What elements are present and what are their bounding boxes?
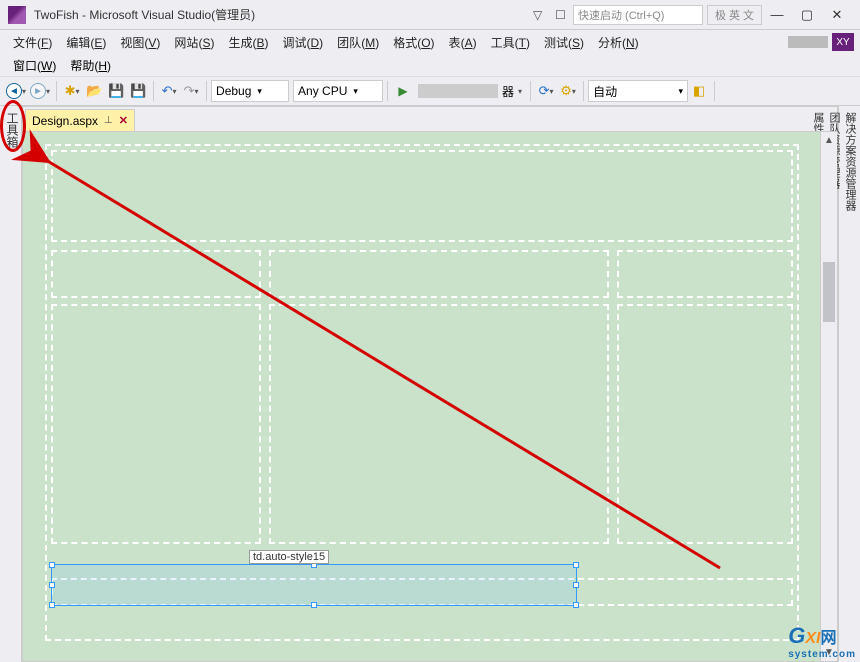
quick-launch-input[interactable]: 快速启动 (Ctrl+Q) <box>573 5 703 25</box>
minimize-button[interactable]: — <box>762 4 792 26</box>
menu-file[interactable]: 文件(F) <box>6 31 59 54</box>
editor-area: Design.aspx ⊥ ✕ td.auto-style15 <box>22 106 838 662</box>
tab-close-icon[interactable]: ✕ <box>119 114 128 127</box>
new-project-button[interactable]: ✱▾ <box>61 80 83 102</box>
title-bar: TwoFish - Microsoft Visual Studio(管理员) ▽… <box>0 0 860 30</box>
browser-target-caret-icon[interactable]: ▾ <box>518 87 522 96</box>
menu-window[interactable]: 窗口(W) <box>6 55 63 76</box>
save-button[interactable]: 💾 <box>105 80 127 102</box>
resize-handle-icon[interactable] <box>573 562 579 568</box>
menu-debug[interactable]: 调试(D) <box>275 31 330 54</box>
redo-button[interactable]: ↷▾ <box>180 80 202 102</box>
scrollbar-thumb[interactable] <box>823 262 835 322</box>
table-cell[interactable] <box>51 304 261 544</box>
quick-launch-placeholder: 快速启动 (Ctrl+Q) <box>578 7 664 23</box>
open-file-button[interactable]: 📂 <box>83 80 105 102</box>
save-all-button[interactable]: 💾 <box>127 80 149 102</box>
notifications-icon[interactable]: ▽ <box>533 8 547 22</box>
user-badge[interactable]: XY <box>832 33 854 51</box>
design-surface[interactable]: td.auto-style15 ▲ ▼ <box>23 131 837 661</box>
selection-tag-label: td.auto-style15 <box>249 550 329 564</box>
solution-explorer-tab[interactable]: 解决方案资源管理器 <box>842 112 858 646</box>
resize-handle-icon[interactable] <box>49 562 55 568</box>
menu-test[interactable]: 测试(S) <box>537 31 591 54</box>
table-cell[interactable] <box>269 250 609 298</box>
menu-table[interactable]: 表(A) <box>442 31 484 54</box>
menu-bar: 文件(F) 编辑(E) 视图(V) 网站(S) 生成(B) 调试(D) 团队(M… <box>0 30 860 54</box>
menu-help[interactable]: 帮助(H) <box>63 55 118 76</box>
vs-logo-icon <box>8 6 26 24</box>
undo-button[interactable]: ↶▾ <box>158 80 180 102</box>
menu-edit[interactable]: 编辑(E) <box>59 31 113 54</box>
table-cell[interactable] <box>617 250 793 298</box>
solution-platform-dropdown[interactable]: Any CPU▾ <box>293 80 383 102</box>
tab-filename: Design.aspx <box>32 114 98 128</box>
table-row[interactable] <box>51 150 793 242</box>
menu-website[interactable]: 网站(S) <box>167 31 221 54</box>
resize-handle-icon[interactable] <box>573 582 579 588</box>
new-style-button[interactable]: ◧ <box>688 80 710 102</box>
watermark: GXI网 system.com <box>788 623 856 660</box>
toolbox-panel-tab[interactable]: 工具箱 <box>0 106 22 662</box>
document-well: 工具箱 Design.aspx ⊥ ✕ td.auto-style15 <box>0 106 860 662</box>
scroll-up-icon[interactable]: ▲ <box>821 132 837 149</box>
resize-handle-icon[interactable] <box>49 602 55 608</box>
resize-handle-icon[interactable] <box>573 602 579 608</box>
menu-format[interactable]: 格式(O) <box>386 31 441 54</box>
ime-indicator[interactable]: 极 英 文 <box>707 5 762 25</box>
refresh-button[interactable]: ⟳▾ <box>535 80 557 102</box>
table-cell[interactable] <box>617 304 793 544</box>
document-tab-design-aspx[interactable]: Design.aspx ⊥ ✕ <box>25 109 135 131</box>
maximize-button[interactable]: ▢ <box>792 4 822 26</box>
user-name-placeholder <box>788 36 828 48</box>
document-tabstrip: Design.aspx ⊥ ✕ <box>23 107 837 131</box>
browser-link-button[interactable]: ⚙▾ <box>557 80 579 102</box>
selected-cell[interactable] <box>51 564 577 606</box>
menu-build[interactable]: 生成(B) <box>221 31 275 54</box>
nav-back-button[interactable]: ◄▾ <box>4 80 28 102</box>
pin-icon[interactable]: ⊥ <box>104 115 113 126</box>
vertical-scrollbar[interactable]: ▲ ▼ <box>820 132 837 661</box>
window-title: TwoFish - Microsoft Visual Studio(管理员) <box>34 6 255 23</box>
menu-analyze[interactable]: 分析(N) <box>591 31 646 54</box>
solution-config-dropdown[interactable]: Debug▾ <box>211 80 289 102</box>
close-button[interactable]: ✕ <box>822 4 852 26</box>
browser-target-suffix: 器 <box>502 83 514 100</box>
menu-view[interactable]: 视图(V) <box>113 31 167 54</box>
table-cell[interactable] <box>51 250 261 298</box>
right-panel-tabs: 解决方案资源管理器 团队资源管理器 属性 <box>838 106 860 662</box>
annotation-ellipse <box>0 100 26 152</box>
browser-target-obscured <box>418 84 498 98</box>
resize-handle-icon[interactable] <box>49 582 55 588</box>
menu-tools[interactable]: 工具(T) <box>484 31 537 54</box>
main-toolbar: ◄▾ ►▾ ✱▾ 📂 💾 💾 ↶▾ ↷▾ Debug▾ Any CPU▾ ▶ 器… <box>0 76 860 106</box>
feedback-icon[interactable]: ☐ <box>555 8 569 22</box>
menu-bar-row2: 窗口(W) 帮助(H) <box>0 54 860 76</box>
table-cell[interactable] <box>269 304 609 544</box>
doctype-dropdown[interactable]: 自动▾ <box>588 80 688 102</box>
nav-forward-button[interactable]: ►▾ <box>28 80 52 102</box>
start-debug-button[interactable]: ▶ <box>392 80 414 102</box>
resize-handle-icon[interactable] <box>311 602 317 608</box>
menu-team[interactable]: 团队(M) <box>330 31 386 54</box>
